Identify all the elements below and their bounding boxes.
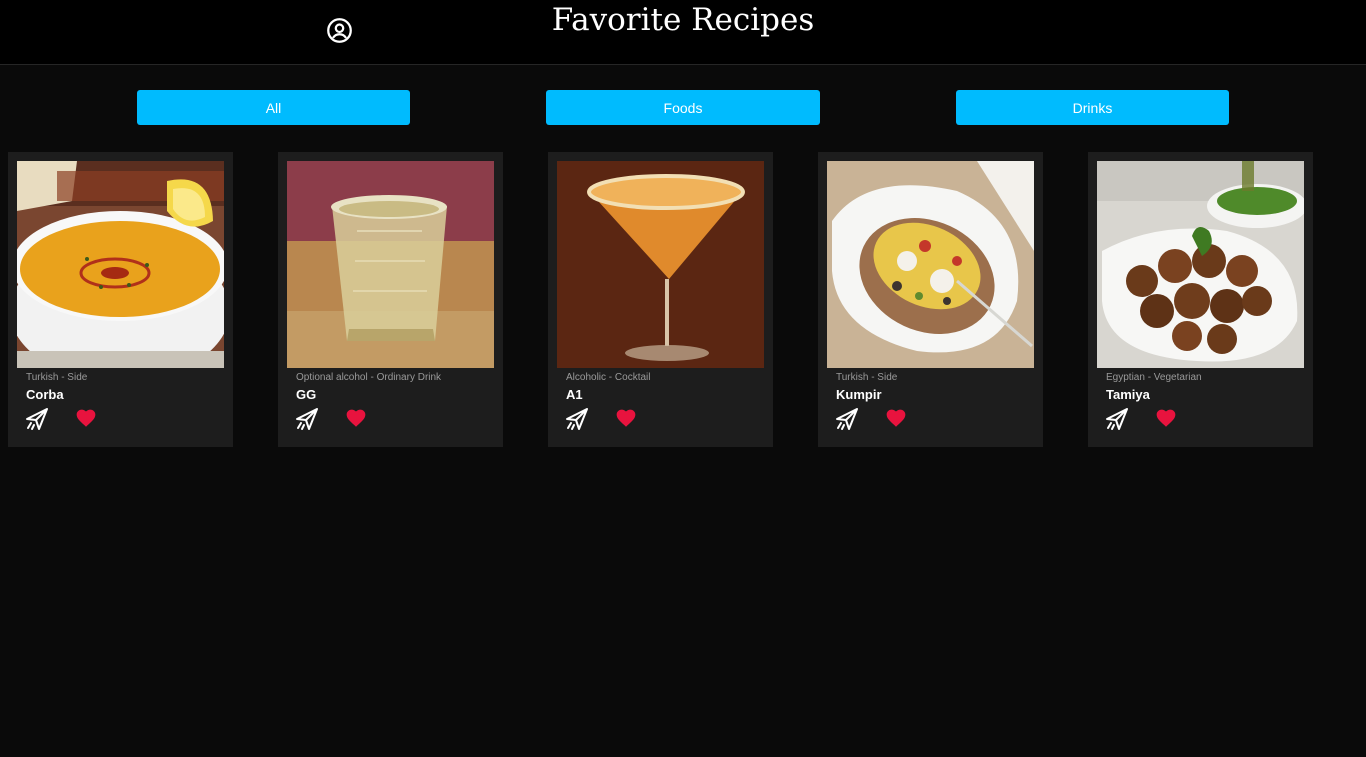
falafel-image [1097,161,1304,368]
favorite-button[interactable] [1155,407,1177,429]
favorite-button[interactable] [615,407,637,429]
share-icon [296,408,318,430]
recipe-name[interactable]: Corba [26,387,226,402]
stuffed-potato-image [827,161,1034,368]
recipe-category: Optional alcohol - Ordinary Drink [296,372,442,383]
share-icon [836,408,858,430]
header: Favorite Recipes [0,0,1366,65]
recipe-image-tamiya[interactable] [1097,161,1304,368]
recipe-name[interactable]: GG [296,387,496,402]
lentil-soup-image [17,161,224,368]
heart-icon [76,409,96,427]
glass-drink-image [287,161,494,368]
share-button[interactable] [25,407,49,431]
recipe-image-corba[interactable] [17,161,224,368]
favorite-button[interactable] [345,407,367,429]
share-button[interactable] [835,407,859,431]
filter-foods-button[interactable]: Foods [546,90,820,125]
recipe-image-kumpir[interactable] [827,161,1034,368]
share-icon [566,408,588,430]
share-icon [1106,408,1128,430]
share-button[interactable] [295,407,319,431]
recipe-category: Egyptian - Vegetarian [1106,372,1202,383]
page-title: Favorite Recipes [551,2,815,38]
recipe-card-corba: Turkish - Side Corba [8,152,233,447]
recipe-image-a1[interactable] [557,161,764,368]
recipe-name[interactable]: Kumpir [836,387,1036,402]
favorite-button[interactable] [885,407,907,429]
recipe-category: Turkish - Side [836,372,898,383]
heart-icon [616,409,636,427]
share-icon [26,408,48,430]
heart-icon [886,409,906,427]
filter-drinks-button[interactable]: Drinks [956,90,1229,125]
recipe-card-kumpir: Turkish - Side Kumpir [818,152,1043,447]
recipe-image-gg[interactable] [287,161,494,368]
recipe-category: Turkish - Side [26,372,88,383]
cocktail-image [557,161,764,368]
filter-all-button[interactable]: All [137,90,410,125]
recipe-card-gg: Optional alcohol - Ordinary Drink GG [278,152,503,447]
recipe-card-tamiya: Egyptian - Vegetarian Tamiya [1088,152,1313,447]
recipe-card-a1: Alcoholic - Cocktail A1 [548,152,773,447]
recipe-category: Alcoholic - Cocktail [566,372,651,383]
heart-icon [1156,409,1176,427]
recipe-name[interactable]: Tamiya [1106,387,1306,402]
recipe-name[interactable]: A1 [566,387,766,402]
share-button[interactable] [565,407,589,431]
heart-icon [346,409,366,427]
share-button[interactable] [1105,407,1129,431]
favorite-button[interactable] [75,407,97,429]
